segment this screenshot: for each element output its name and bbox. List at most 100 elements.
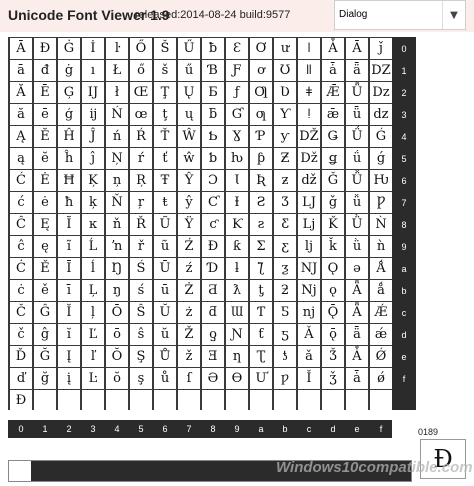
glyph-cell[interactable]: ǥ	[322, 148, 344, 169]
glyph-cell[interactable]: Ɲ	[226, 324, 248, 345]
glyph-cell[interactable]: ŵ	[178, 148, 200, 169]
glyph-cell[interactable]: ǰ	[370, 38, 392, 59]
glyph-cell[interactable]: ǖ	[346, 104, 368, 125]
glyph-cell[interactable]: Ĩ	[58, 214, 80, 235]
glyph-cell[interactable]: ŗ	[130, 192, 152, 213]
glyph-cell[interactable]: ƺ	[274, 258, 296, 279]
glyph-cell[interactable]	[370, 390, 392, 411]
glyph-cell[interactable]: ǟ	[346, 60, 368, 81]
glyph-cell[interactable]: ǚ	[346, 192, 368, 213]
glyph-cell[interactable]: ŝ	[130, 324, 152, 345]
glyph-cell[interactable]	[250, 390, 272, 411]
glyph-cell[interactable]: Š	[154, 38, 176, 59]
glyph-cell[interactable]: ƒ	[226, 82, 248, 103]
glyph-cell[interactable]: Đ	[34, 38, 56, 59]
glyph-cell[interactable]: ĝ	[34, 324, 56, 345]
glyph-cell[interactable]: ė	[34, 192, 56, 213]
glyph-cell[interactable]: ǣ	[322, 104, 344, 125]
glyph-cell[interactable]: ƣ	[250, 104, 272, 125]
glyph-cell[interactable]: Ǻ	[370, 258, 392, 279]
glyph-cell[interactable]: Ʊ	[274, 60, 296, 81]
glyph-cell[interactable]: ŧ	[154, 192, 176, 213]
glyph-cell[interactable]: ĕ	[34, 148, 56, 169]
glyph-cell[interactable]: İ	[82, 38, 104, 59]
glyph-cell[interactable]: Ǥ	[322, 126, 344, 147]
glyph-cell[interactable]: Ǜ	[346, 214, 368, 235]
glyph-cell[interactable]: Ə	[202, 368, 224, 389]
glyph-cell[interactable]: Ĵ	[82, 126, 104, 147]
glyph-cell[interactable]: ǹ	[370, 236, 392, 257]
glyph-cell[interactable]	[274, 390, 296, 411]
glyph-cell[interactable]: Ƅ	[202, 126, 224, 147]
glyph-cell[interactable]: Ą	[10, 126, 32, 147]
glyph-cell[interactable]: ƶ	[274, 170, 296, 191]
glyph-cell[interactable]: ƛ	[226, 280, 248, 301]
glyph-cell[interactable]: ł	[106, 82, 128, 103]
glyph-cell[interactable]	[298, 390, 320, 411]
glyph-cell[interactable]: ř	[130, 236, 152, 257]
font-select[interactable]: Dialog ▼	[334, 0, 466, 30]
glyph-cell[interactable]: ƌ	[202, 302, 224, 323]
glyph-cell[interactable]: Ɗ	[202, 258, 224, 279]
glyph-cell[interactable]: Đ	[10, 390, 32, 411]
glyph-cell[interactable]: ǅ	[298, 148, 320, 169]
glyph-cell[interactable]: Ķ	[82, 170, 104, 191]
glyph-cell[interactable]: Ǎ	[298, 324, 320, 345]
glyph-cell[interactable]: Ǫ	[322, 258, 344, 279]
glyph-cell[interactable]: ŭ	[154, 324, 176, 345]
glyph-cell[interactable]: Ǽ	[370, 302, 392, 323]
glyph-cell[interactable]: ƈ	[202, 214, 224, 235]
glyph-cell[interactable]: Ɔ	[202, 170, 224, 191]
glyph-cell[interactable]: ƹ	[274, 236, 296, 257]
glyph-cell[interactable]: Ŝ	[130, 302, 152, 323]
glyph-cell[interactable]: Ǯ	[322, 346, 344, 367]
glyph-cell[interactable]: ţ	[154, 104, 176, 125]
glyph-cell[interactable]: Ā	[10, 38, 32, 59]
glyph-cell[interactable]: Ǭ	[322, 302, 344, 323]
glyph-cell[interactable]: ş	[130, 368, 152, 389]
glyph-cell[interactable]	[154, 390, 176, 411]
glyph-cell[interactable]: Ŧ	[154, 170, 176, 191]
glyph-cell[interactable]: Ɯ	[226, 302, 248, 323]
glyph-cell[interactable]: ħ	[58, 192, 80, 213]
glyph-cell[interactable]: Ǡ	[346, 346, 368, 367]
glyph-cell[interactable]	[106, 390, 128, 411]
glyph-cell[interactable]: Ƈ	[202, 192, 224, 213]
glyph-cell[interactable]	[178, 390, 200, 411]
glyph-cell[interactable]: ƭ	[250, 324, 272, 345]
glyph-cell[interactable]: ƍ	[202, 324, 224, 345]
glyph-cell[interactable]: Ū	[154, 258, 176, 279]
glyph-cell[interactable]: Ņ	[106, 148, 128, 169]
scrollbar-thumb[interactable]	[9, 461, 31, 481]
glyph-cell[interactable]: ƕ	[226, 148, 248, 169]
glyph-cell[interactable]: ǎ	[298, 346, 320, 367]
glyph-cell[interactable]: Ħ	[58, 170, 80, 191]
glyph-cell[interactable]: Ÿ	[178, 214, 200, 235]
glyph-cell[interactable]: ƅ	[202, 148, 224, 169]
glyph-cell[interactable]: ę	[34, 236, 56, 257]
glyph-cell[interactable]: Ř	[130, 214, 152, 235]
glyph-cell[interactable]: Ā	[346, 38, 368, 59]
glyph-cell[interactable]: Ľ	[82, 324, 104, 345]
glyph-cell[interactable]: ť	[154, 148, 176, 169]
glyph-cell[interactable]: ŷ	[178, 192, 200, 213]
glyph-cell[interactable]: ſ	[178, 368, 200, 389]
glyph-cell[interactable]: Ǿ	[370, 346, 392, 367]
glyph-cell[interactable]: Ǟ	[346, 302, 368, 323]
glyph-cell[interactable]: ů	[154, 368, 176, 389]
glyph-cell[interactable]: Ǚ	[346, 170, 368, 191]
glyph-cell[interactable]: Ď	[10, 346, 32, 367]
glyph-cell[interactable]: Ĝ	[34, 302, 56, 323]
glyph-cell[interactable]: ƨ	[250, 214, 272, 235]
glyph-cell[interactable]: ƙ	[226, 236, 248, 257]
glyph-cell[interactable]: ě	[34, 280, 56, 301]
glyph-cell[interactable]	[34, 390, 56, 411]
glyph-cell[interactable]: Ǘ	[346, 126, 368, 147]
glyph-cell[interactable]: ĸ	[82, 214, 104, 235]
glyph-cell[interactable]: ǟ	[346, 324, 368, 345]
glyph-cell[interactable]: ǵ	[370, 148, 392, 169]
glyph-cell[interactable]: Ō	[106, 302, 128, 323]
glyph-cell[interactable]: š	[154, 60, 176, 81]
glyph-cell[interactable]: ı	[82, 60, 104, 81]
glyph-cell[interactable]: Ǉ	[298, 192, 320, 213]
